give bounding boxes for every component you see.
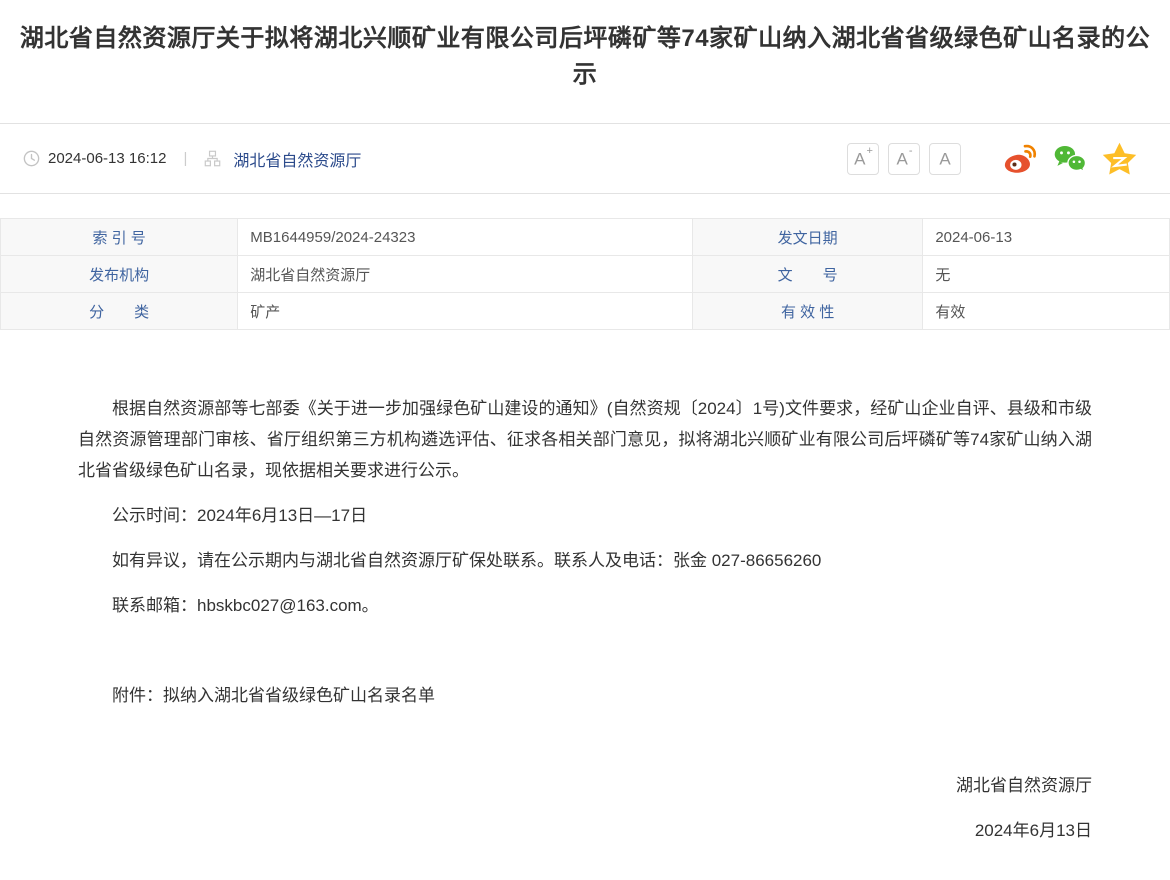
source-link[interactable]: 湖北省自然资源厅: [233, 147, 361, 171]
font-btn-label: A: [939, 149, 950, 168]
info-value-issue-date: 2024-06-13: [923, 219, 1170, 256]
table-row: 分 类 矿产 有 效 性 有效: [1, 293, 1170, 330]
paragraph-publicity-period: 公示时间：2024年6月13日—17日: [78, 500, 1092, 531]
info-value-doc-number: 无: [923, 256, 1170, 293]
table-row: 索 引 号 MB1644959/2024-24323 发文日期 2024-06-…: [1, 219, 1170, 256]
font-decrease-button[interactable]: A-: [888, 143, 920, 175]
info-label-index-number: 索 引 号: [1, 219, 238, 256]
spacer: [78, 635, 1092, 666]
publish-datetime: 2024-06-13 16:12: [48, 150, 166, 167]
font-btn-modifier: +: [866, 145, 872, 157]
signature-date: 2024年6月13日: [78, 815, 1092, 846]
meta-info: 2024-06-13 16:12 | 湖北省自然资源厅: [23, 147, 361, 171]
announcement-page: 湖北省自然资源厅关于拟将湖北兴顺矿业有限公司后坪磷矿等74家矿山纳入湖北省省级绿…: [0, 0, 1170, 880]
sitemap-icon: [204, 150, 221, 167]
info-label-validity: 有 效 性: [693, 293, 923, 330]
meta-tools: A+ A- A: [838, 142, 1137, 175]
paragraph-email: 联系邮箱：hbskbc027@163.com。: [78, 590, 1092, 621]
article-body: 根据自然资源部等七部委《关于进一步加强绿色矿山建设的通知》(自然资规〔2024〕…: [0, 330, 1170, 880]
qzone-icon[interactable]: [1102, 142, 1137, 175]
info-value-publisher: 湖北省自然资源厅: [238, 256, 693, 293]
info-label-category: 分 类: [1, 293, 238, 330]
font-btn-label: A: [854, 149, 865, 168]
spacer: [78, 725, 1092, 756]
font-increase-button[interactable]: A+: [847, 143, 879, 175]
meta-separator: |: [183, 150, 187, 167]
weibo-icon[interactable]: [1002, 143, 1038, 175]
info-value-validity: 有效: [923, 293, 1170, 330]
info-label-issue-date: 发文日期: [693, 219, 923, 256]
clock-icon: [23, 150, 40, 167]
paragraph-main: 根据自然资源部等七部委《关于进一步加强绿色矿山建设的通知》(自然资规〔2024〕…: [78, 393, 1092, 486]
doc-info-section: 索 引 号 MB1644959/2024-24323 发文日期 2024-06-…: [0, 218, 1170, 330]
info-label-publisher: 发布机构: [1, 256, 238, 293]
paragraph-contact: 如有异议，请在公示期内与湖北省自然资源厅矿保处联系。联系人及电话：张金 027-…: [78, 545, 1092, 576]
font-reset-button[interactable]: A: [929, 143, 961, 175]
font-btn-modifier: -: [909, 145, 913, 157]
paragraph-attachment: 附件：拟纳入湖北省省级绿色矿山名录名单: [78, 680, 1092, 711]
share-buttons: [987, 142, 1137, 175]
info-label-doc-number: 文 号: [693, 256, 923, 293]
doc-info-table: 索 引 号 MB1644959/2024-24323 发文日期 2024-06-…: [0, 218, 1170, 330]
meta-bar: 2024-06-13 16:12 | 湖北省自然资源厅 A+ A- A: [0, 124, 1170, 194]
info-value-category: 矿产: [238, 293, 693, 330]
page-header: 湖北省自然资源厅关于拟将湖北兴顺矿业有限公司后坪磷矿等74家矿山纳入湖北省省级绿…: [0, 0, 1170, 124]
table-row: 发布机构 湖北省自然资源厅 文 号 无: [1, 256, 1170, 293]
page-title: 湖北省自然资源厅关于拟将湖北兴顺矿业有限公司后坪磷矿等74家矿山纳入湖北省省级绿…: [8, 21, 1162, 93]
font-btn-label: A: [896, 149, 907, 168]
signature-org: 湖北省自然资源厅: [78, 770, 1092, 801]
wechat-icon[interactable]: [1053, 144, 1087, 174]
info-value-index-number: MB1644959/2024-24323: [238, 219, 693, 256]
